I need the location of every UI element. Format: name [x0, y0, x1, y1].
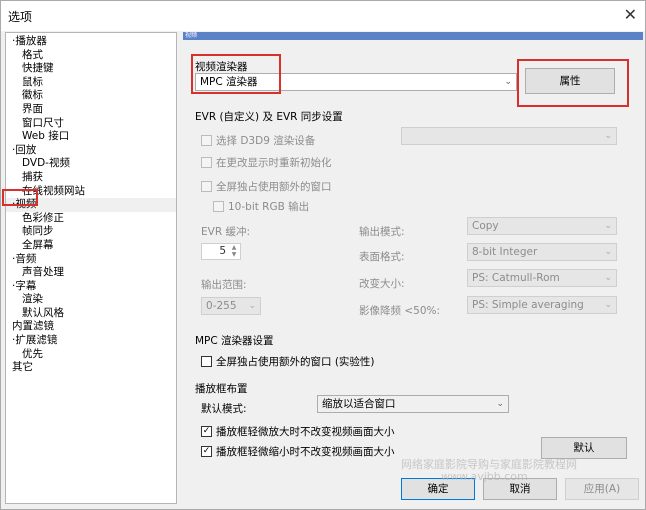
tree-item[interactable]: 优先	[6, 348, 176, 362]
checkbox-box	[201, 181, 212, 192]
spinner-arrows-icon[interactable]: ▲ ▼	[229, 244, 239, 258]
surface-format-label: 表面格式:	[359, 251, 405, 263]
zoom-out-keep-size-checkbox[interactable]: ✓ 播放框轻微缩小时不改变视频画面大小	[201, 444, 395, 459]
downscale-select[interactable]: PS: Simple averaging ⌄	[467, 296, 617, 314]
d3d9-device-select[interactable]: ⌄	[401, 127, 617, 145]
surface-format-select[interactable]: 8-bit Integer ⌄	[467, 243, 617, 261]
select-d3d9-label: 选择 D3D9 渲染设备	[216, 135, 316, 147]
chevron-down-icon: ⌄	[248, 301, 256, 311]
default-mode-value: 缩放以适合窗口	[322, 398, 396, 410]
check-icon: ✓	[201, 426, 212, 437]
mpc-section-title: MPC 渲染器设置	[195, 335, 274, 347]
mpc-fullscreen-extra-checkbox[interactable]: 全屏独占使用额外的窗口 (实验性)	[201, 354, 375, 369]
evr-section-title: EVR (自定义) 及 EVR 同步设置	[195, 111, 343, 123]
surface-format-value: 8-bit Integer	[472, 246, 538, 258]
tree-item[interactable]: 默认风格	[6, 307, 176, 321]
output-mode-value: Copy	[472, 220, 499, 232]
tree-item[interactable]: ·字幕	[6, 280, 176, 294]
chevron-down-icon: ⌄	[496, 399, 504, 409]
tree-item[interactable]: 快捷键	[6, 62, 176, 76]
output-mode-select[interactable]: Copy ⌄	[467, 217, 617, 235]
rgb10-label: 10-bit RGB 输出	[228, 201, 310, 213]
select-d3d9-checkbox[interactable]: 选择 D3D9 渲染设备	[201, 133, 315, 148]
chevron-down-icon: ⌄	[504, 77, 512, 87]
tree-item[interactable]: 捕获	[6, 171, 176, 185]
highlight-properties	[517, 59, 629, 107]
tree-item[interactable]: 内置滤镜	[6, 320, 176, 334]
checkbox-box	[201, 135, 212, 146]
checkbox-box	[213, 201, 224, 212]
tree-item[interactable]: 渲染	[6, 293, 176, 307]
output-range-value: 0-255	[206, 300, 237, 312]
chevron-down-icon: ⌄	[604, 273, 612, 283]
video-settings-panel: 视频渲染器 MPC 渲染器 ⌄ 属性 EVR (自定义) 及 EVR 同步设置 …	[183, 41, 643, 466]
chevron-down-icon: ⌄	[604, 247, 612, 257]
evr-fullscreen-extra-checkbox[interactable]: 全屏独占使用额外的窗口	[201, 179, 332, 194]
tree-item[interactable]: ·扩展滤镜	[6, 334, 176, 348]
tree-item[interactable]: 色彩修正	[6, 212, 176, 226]
tree-item[interactable]: 声音处理	[6, 266, 176, 280]
default-mode-label: 默认模式:	[201, 403, 247, 415]
tree-item[interactable]: 鼠标	[6, 76, 176, 90]
window-title: 选项	[8, 10, 33, 24]
tree-item[interactable]: ·播放器	[6, 35, 176, 49]
frame-section-title: 播放框布置	[195, 383, 248, 395]
tree-item[interactable]: 窗口尺寸	[6, 117, 176, 131]
default-mode-select[interactable]: 缩放以适合窗口 ⌄	[317, 395, 509, 413]
rgb10-checkbox[interactable]: 10-bit RGB 输出	[213, 199, 309, 214]
downscale-value: PS: Simple averaging	[472, 299, 584, 311]
tree-item[interactable]: 帧同步	[6, 225, 176, 239]
evr-buffer-label: EVR 缓冲:	[201, 226, 250, 238]
chevron-down-icon: ⌄	[604, 221, 612, 231]
resize-value: PS: Catmull-Rom	[472, 272, 560, 284]
watermark-url: www.avjbb.com	[441, 470, 528, 483]
tree-item[interactable]: 格式	[6, 49, 176, 63]
options-window: 选项 ✕ ·播放器 格式 快捷键 鼠标 徽标 界面 窗口尺寸 Web 接口 ·回放 DVD-视频捕…	[0, 0, 646, 510]
resize-select[interactable]: PS: Catmull-Rom ⌄	[467, 269, 617, 287]
chevron-down-icon: ⌄	[604, 131, 612, 141]
tree-item[interactable]: 徽标	[6, 89, 176, 103]
checkbox-box	[201, 157, 212, 168]
mpc-fullscreen-extra-label: 全屏独占使用额外的窗口 (实验性)	[216, 356, 375, 368]
reinit-label: 在更改显示时重新初始化	[216, 157, 332, 169]
tree-item[interactable]: DVD-视频	[6, 157, 176, 171]
output-range-label: 输出范围:	[201, 279, 247, 291]
close-icon[interactable]: ✕	[624, 5, 637, 24]
output-range-select[interactable]: 0-255 ⌄	[201, 297, 261, 315]
reinit-checkbox[interactable]: 在更改显示时重新初始化	[201, 155, 332, 170]
tree-item[interactable]: ·音频	[6, 253, 176, 267]
highlight-renderer	[191, 54, 281, 94]
options-tree[interactable]: ·播放器 格式 快捷键 鼠标 徽标 界面 窗口尺寸 Web 接口 ·回放 DVD-视频 捕获 在线视频…	[5, 32, 177, 504]
output-mode-label: 输出模式:	[359, 226, 405, 238]
title-bar: 选项 ✕	[1, 1, 645, 31]
zoom-out-keep-size-label: 播放框轻微缩小时不改变视频画面大小	[216, 446, 395, 458]
downscale-label: 影像降频 <50%:	[359, 305, 441, 317]
zoom-in-keep-size-checkbox[interactable]: ✓ 播放框轻微放大时不改变视频画面大小	[201, 424, 395, 439]
tree-item[interactable]: 全屏幕	[6, 239, 176, 253]
checkbox-box	[201, 356, 212, 367]
highlight-video-node	[2, 189, 38, 206]
panel-header-title: 视频	[185, 32, 198, 39]
tree-item[interactable]: ·回放	[6, 144, 176, 158]
zoom-in-keep-size-label: 播放框轻微放大时不改变视频画面大小	[216, 426, 395, 438]
resize-label: 改变大小:	[359, 278, 405, 290]
tree-item[interactable]: 其它	[6, 361, 176, 375]
tree-item[interactable]: Web 接口	[6, 130, 176, 144]
evr-buffer-value: 5	[219, 245, 226, 257]
panel-header: 视频	[183, 32, 643, 40]
check-icon: ✓	[201, 446, 212, 457]
chevron-down-icon: ⌄	[604, 300, 612, 310]
evr-fullscreen-extra-label: 全屏独占使用额外的窗口	[216, 181, 332, 193]
apply-button[interactable]: 应用(A)	[565, 478, 639, 500]
tree-item[interactable]: 界面	[6, 103, 176, 117]
evr-buffer-spinner[interactable]: 5 ▲ ▼	[201, 243, 241, 260]
